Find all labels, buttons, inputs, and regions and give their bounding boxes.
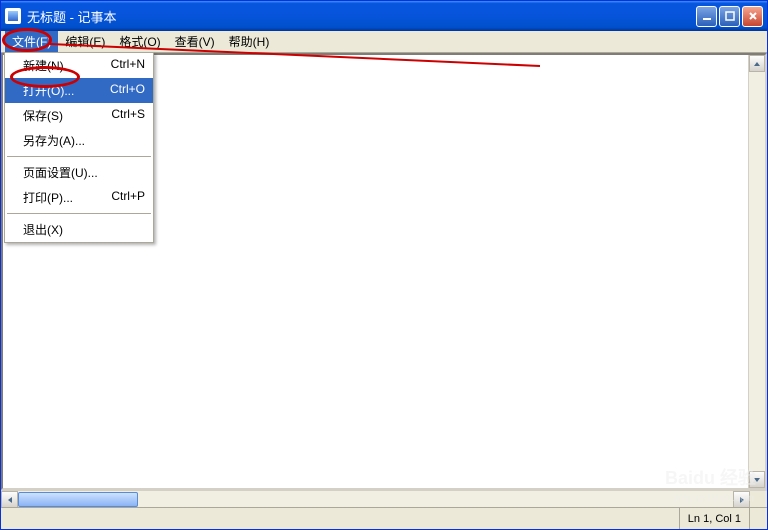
menu-item-new[interactable]: 新建(N) Ctrl+N — [5, 53, 153, 78]
app-icon — [5, 8, 21, 24]
menu-item-exit[interactable]: 退出(X) — [5, 217, 153, 242]
menu-separator — [7, 213, 151, 214]
scroll-right-button[interactable] — [733, 491, 750, 508]
menu-item-save[interactable]: 保存(S) Ctrl+S — [5, 103, 153, 128]
menu-label: 新建(N) — [23, 57, 99, 74]
menu-item-open[interactable]: 打开(O)... Ctrl+O — [5, 78, 153, 103]
menu-shortcut: Ctrl+O — [98, 82, 145, 99]
menu-label: 另存为(A)... — [23, 132, 133, 149]
menu-label: 打印(P)... — [23, 189, 99, 206]
scroll-track-vertical[interactable] — [749, 72, 765, 471]
menu-label: 打开(O)... — [23, 82, 98, 99]
horizontal-scrollbar[interactable] — [1, 490, 767, 507]
menu-file[interactable]: 文件(F) — [5, 31, 58, 52]
status-position: Ln 1, Col 1 — [679, 508, 749, 529]
window-controls — [696, 6, 763, 27]
close-button[interactable] — [742, 6, 763, 27]
statusbar: Ln 1, Col 1 — [1, 507, 767, 529]
menubar: 文件(F) 编辑(E) 格式(O) 查看(V) 帮助(H) — [1, 31, 767, 53]
menu-edit[interactable]: 编辑(E) — [58, 31, 112, 52]
menu-shortcut: Ctrl+P — [99, 189, 145, 206]
menu-help[interactable]: 帮助(H) — [222, 31, 277, 52]
menu-separator — [7, 156, 151, 157]
titlebar[interactable]: 无标题 - 记事本 — [1, 1, 767, 31]
minimize-button[interactable] — [696, 6, 717, 27]
menu-format[interactable]: 格式(O) — [112, 31, 167, 52]
menu-label: 保存(S) — [23, 107, 99, 124]
menu-view[interactable]: 查看(V) — [168, 31, 222, 52]
menu-shortcut — [133, 164, 145, 181]
menu-shortcut — [133, 132, 145, 149]
scroll-track-horizontal[interactable] — [18, 491, 733, 507]
scroll-down-button[interactable] — [749, 471, 765, 488]
menu-label: 页面设置(U)... — [23, 164, 133, 181]
maximize-button[interactable] — [719, 6, 740, 27]
menu-item-pagesetup[interactable]: 页面设置(U)... — [5, 160, 153, 185]
menu-item-saveas[interactable]: 另存为(A)... — [5, 128, 153, 153]
vertical-scrollbar[interactable] — [748, 55, 765, 488]
scroll-thumb-horizontal[interactable] — [18, 492, 138, 507]
menu-label: 退出(X) — [23, 221, 133, 238]
menu-item-print[interactable]: 打印(P)... Ctrl+P — [5, 185, 153, 210]
resize-grip[interactable] — [749, 508, 767, 529]
window-title: 无标题 - 记事本 — [27, 7, 696, 26]
scroll-left-button[interactable] — [1, 491, 18, 508]
scroll-corner — [750, 491, 767, 508]
menu-shortcut: Ctrl+S — [99, 107, 145, 124]
menu-shortcut: Ctrl+N — [99, 57, 145, 74]
menu-shortcut — [133, 221, 145, 238]
scroll-up-button[interactable] — [749, 55, 765, 72]
file-dropdown-menu: 新建(N) Ctrl+N 打开(O)... Ctrl+O 保存(S) Ctrl+… — [4, 52, 154, 243]
